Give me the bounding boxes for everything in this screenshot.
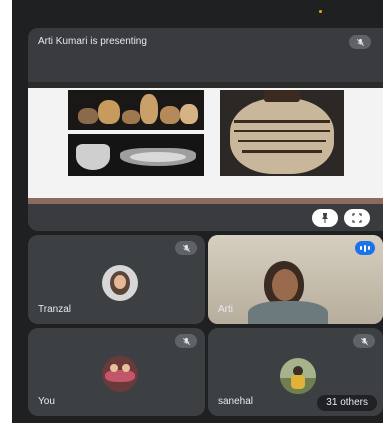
participant-tile-sanehal[interactable]: sanehal 31 others (208, 328, 383, 416)
painted-jar-photo (220, 90, 344, 176)
pin-button[interactable] (312, 209, 338, 227)
participant-tile-tranzal[interactable]: Tranzal (28, 235, 205, 324)
meeting-screen: Arti Kumari is presenting Tranzal Arti Y… (12, 0, 383, 423)
participant-tile-arti[interactable]: Arti (208, 235, 383, 324)
participant-name: You (38, 396, 55, 407)
avatar (102, 356, 138, 392)
pottery-photo-1 (68, 90, 204, 130)
slide-top-bar (28, 82, 383, 88)
fullscreen-button[interactable] (344, 209, 370, 227)
participant-name: Tranzal (38, 304, 71, 315)
mic-off-icon (353, 334, 375, 348)
avatar (102, 265, 138, 301)
person-clothing (248, 301, 328, 324)
pin-icon (322, 213, 328, 223)
participant-name: sanehal (218, 396, 254, 407)
presenter-title: Arti Kumari is presenting (38, 36, 147, 47)
mic-off-icon (175, 334, 197, 348)
participant-name: Arti (218, 304, 233, 315)
mic-off-icon (175, 241, 197, 255)
slide-bottom-bar (28, 198, 383, 204)
pottery-photo-2 (68, 134, 204, 176)
mic-off-icon (349, 35, 371, 49)
fullscreen-icon (352, 213, 362, 223)
avatar (280, 358, 316, 394)
others-count-button[interactable]: 31 others (317, 395, 377, 411)
shared-slide (28, 82, 383, 204)
presentation-tile[interactable]: Arti Kumari is presenting (28, 28, 383, 231)
person-face (272, 269, 298, 301)
participant-tile-you[interactable]: You (28, 328, 205, 416)
camera-indicator (319, 10, 322, 13)
speaking-icon (355, 241, 375, 255)
